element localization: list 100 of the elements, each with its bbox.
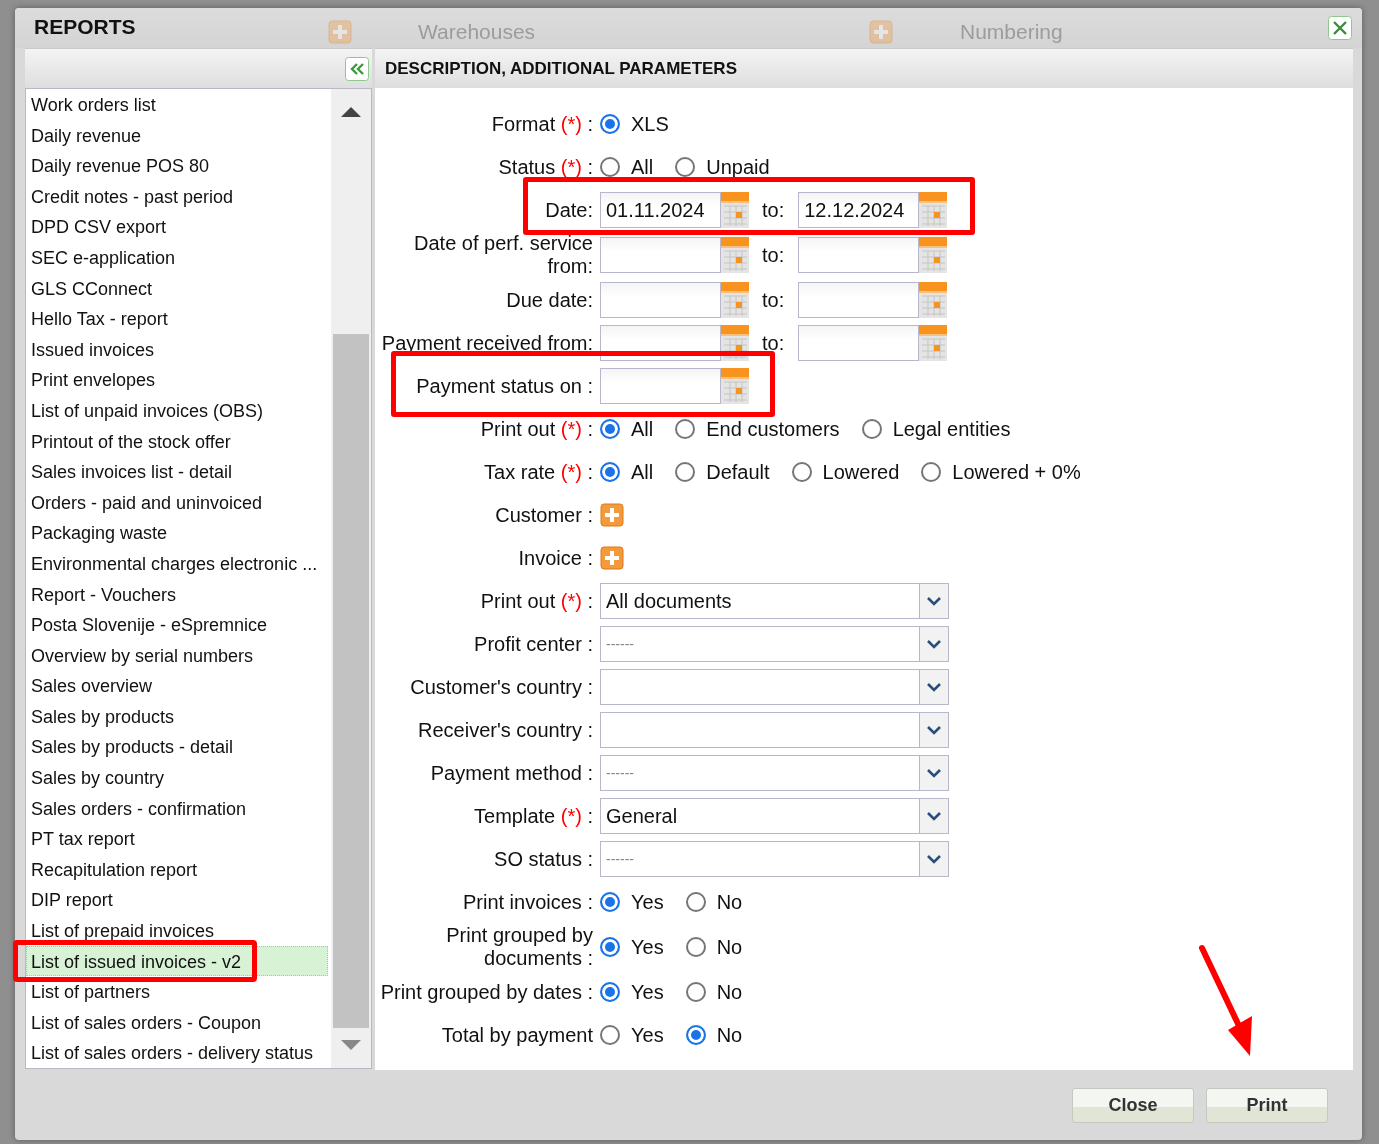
date-field[interactable] [798, 237, 920, 273]
field-label: Date: [544, 198, 593, 222]
calendar-icon[interactable] [919, 237, 948, 273]
list-item[interactable]: Sales overview [26, 670, 328, 701]
chevron-down-icon[interactable] [919, 756, 948, 790]
list-item[interactable]: Daily revenue POS 80 [26, 150, 328, 181]
radio-label: All [631, 417, 654, 441]
plus-icon [328, 20, 352, 44]
field-label: Invoice : [517, 546, 593, 570]
date-field[interactable] [600, 237, 721, 273]
list-item[interactable]: Hello Tax - report [26, 303, 328, 334]
scrollbar[interactable] [331, 89, 371, 1068]
radio-button[interactable] [791, 462, 812, 482]
radio-label: XLS [631, 112, 669, 136]
chevron-down-icon[interactable] [919, 799, 948, 833]
field-label: Tax rate (*) : [483, 460, 593, 484]
field-label: Total by payment [440, 1023, 593, 1047]
list-item[interactable]: GLS CConnect [26, 272, 328, 304]
radio-button[interactable] [600, 157, 620, 177]
dropdown[interactable]: All documents [600, 583, 949, 619]
field-label: Print grouped by dates : [379, 980, 593, 1004]
dialog-button[interactable]: Close [1072, 1087, 1194, 1123]
radio-button[interactable] [600, 419, 620, 439]
date-field[interactable] [798, 282, 920, 318]
chevron-down-icon[interactable] [919, 842, 948, 876]
list-item[interactable]: List of sales orders - delivery status [26, 1037, 328, 1068]
list-item[interactable]: List of sales orders - Coupon [26, 1006, 328, 1038]
field-label: Print grouped by documents : [445, 924, 593, 970]
radio-button[interactable] [685, 937, 706, 957]
list-item[interactable]: Printout of the stock offer [26, 425, 328, 457]
list-item[interactable]: List of prepaid invoices [26, 915, 328, 946]
list-item[interactable]: Issued invoices [26, 333, 328, 365]
date-field[interactable] [600, 368, 721, 404]
field-label: Customer's country : [409, 675, 593, 699]
list-item[interactable]: Packaging waste [26, 517, 328, 548]
list-item[interactable]: List of issued invoices - v2 [26, 945, 328, 977]
list-item[interactable]: Environmental charges electronic ... [26, 547, 328, 579]
date-field[interactable]: 01.11.2024 [600, 192, 721, 228]
date-field[interactable] [600, 282, 721, 318]
radio-label: Yes [631, 890, 664, 914]
dialog-button[interactable]: Print [1206, 1087, 1328, 1123]
radio-button[interactable] [675, 419, 696, 439]
list-item[interactable]: Work orders list [26, 89, 328, 120]
list-item[interactable]: Sales by country [26, 762, 328, 793]
dropdown[interactable]: General [600, 798, 949, 834]
list-item[interactable]: PT tax report [26, 823, 328, 854]
chevron-down-icon[interactable] [919, 713, 948, 747]
radio-button[interactable] [685, 1025, 706, 1045]
list-item[interactable]: Sales by products [26, 700, 328, 732]
radio-button[interactable] [685, 892, 706, 912]
list-item[interactable]: Report - Vouchers [26, 578, 328, 610]
close-button[interactable] [1328, 16, 1352, 40]
add-button[interactable] [600, 503, 624, 527]
dropdown[interactable]: ------ [600, 626, 949, 662]
list-item[interactable]: DPD CSV export [26, 211, 328, 242]
chevron-down-icon[interactable] [919, 584, 948, 618]
dropdown[interactable]: ------ [600, 841, 949, 877]
dropdown[interactable]: ------ [600, 755, 949, 791]
chevron-down-icon[interactable] [919, 627, 948, 661]
field-label: Payment received from: [380, 331, 593, 355]
radio-button[interactable] [600, 937, 620, 957]
radio-button[interactable] [600, 892, 620, 912]
radio-button[interactable] [861, 419, 882, 439]
list-item[interactable]: Credit notes - past period [26, 180, 328, 212]
radio-label: Legal entities [892, 417, 1011, 441]
list-item[interactable]: Sales invoices list - detail [26, 456, 328, 487]
list-item[interactable]: Sales by products - detail [26, 731, 328, 763]
list-item[interactable]: SEC e-application [26, 241, 328, 273]
radio-button[interactable] [600, 462, 620, 482]
calendar-icon[interactable] [919, 192, 948, 228]
list-item[interactable]: List of unpaid invoices (OBS) [26, 394, 328, 426]
scrollbar-thumb[interactable] [333, 334, 369, 1028]
list-item[interactable]: DIP report [26, 884, 328, 916]
list-item[interactable]: Sales orders - confirmation [26, 792, 328, 824]
calendar-icon[interactable] [919, 282, 948, 318]
list-item[interactable]: Orders - paid and uninvoiced [26, 486, 328, 518]
field-label: Due date: [505, 288, 593, 312]
calendar-icon[interactable] [919, 325, 948, 361]
radio-button[interactable] [675, 157, 696, 177]
add-button[interactable] [600, 546, 624, 570]
radio-button[interactable] [600, 1025, 620, 1045]
scroll-up-arrow[interactable] [341, 107, 361, 117]
date-field[interactable]: 12.12.2024 [798, 192, 920, 228]
collapse-button[interactable] [345, 56, 369, 81]
radio-button[interactable] [675, 462, 696, 482]
chevron-down-icon[interactable] [919, 670, 948, 704]
list-item[interactable]: Recapitulation report [26, 853, 328, 885]
list-item[interactable]: List of partners [26, 976, 328, 1007]
field-label: to: [762, 331, 785, 355]
date-field[interactable] [798, 325, 920, 361]
radio-button[interactable] [685, 982, 706, 1002]
list-item[interactable]: Overview by serial numbers [26, 639, 328, 671]
radio-button[interactable] [600, 982, 620, 1002]
list-item[interactable]: Posta Slovenije - eSpremnice [26, 609, 328, 640]
list-item[interactable]: Print envelopes [26, 364, 328, 395]
radio-button[interactable] [921, 462, 942, 482]
radio-label: Yes [631, 1023, 664, 1047]
scroll-down-arrow[interactable] [341, 1040, 361, 1050]
list-item[interactable]: Daily revenue [26, 119, 328, 151]
radio-button[interactable] [600, 114, 620, 134]
